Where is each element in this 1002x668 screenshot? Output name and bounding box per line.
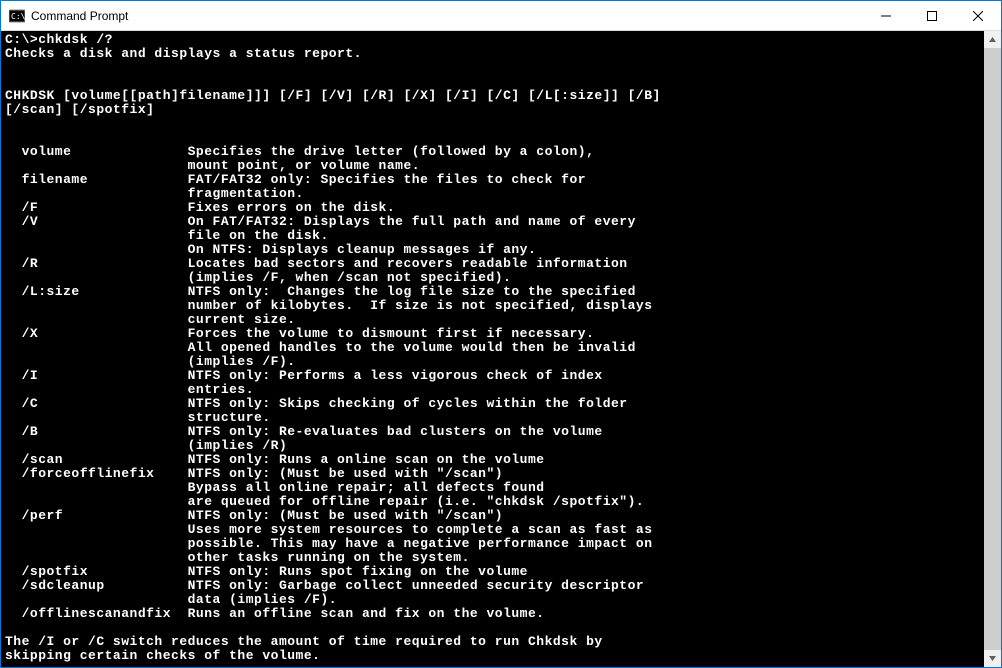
maximize-button[interactable] [909, 1, 955, 30]
console-output[interactable]: C:\>chkdsk /? Checks a disk and displays… [1, 31, 984, 667]
scroll-up-button[interactable] [984, 31, 1001, 48]
svg-text:C:\: C:\ [11, 12, 25, 21]
window-titlebar[interactable]: C:\ Command Prompt [1, 1, 1001, 31]
minimize-button[interactable] [863, 1, 909, 30]
console-area: C:\>chkdsk /? Checks a disk and displays… [1, 31, 1001, 667]
scroll-down-button[interactable] [984, 650, 1001, 667]
scrollbar-thumb[interactable] [984, 48, 1001, 650]
close-button[interactable] [955, 1, 1001, 30]
window-controls [863, 1, 1001, 30]
window-title: Command Prompt [31, 9, 863, 23]
cmd-icon: C:\ [9, 8, 25, 24]
vertical-scrollbar[interactable] [984, 31, 1001, 667]
